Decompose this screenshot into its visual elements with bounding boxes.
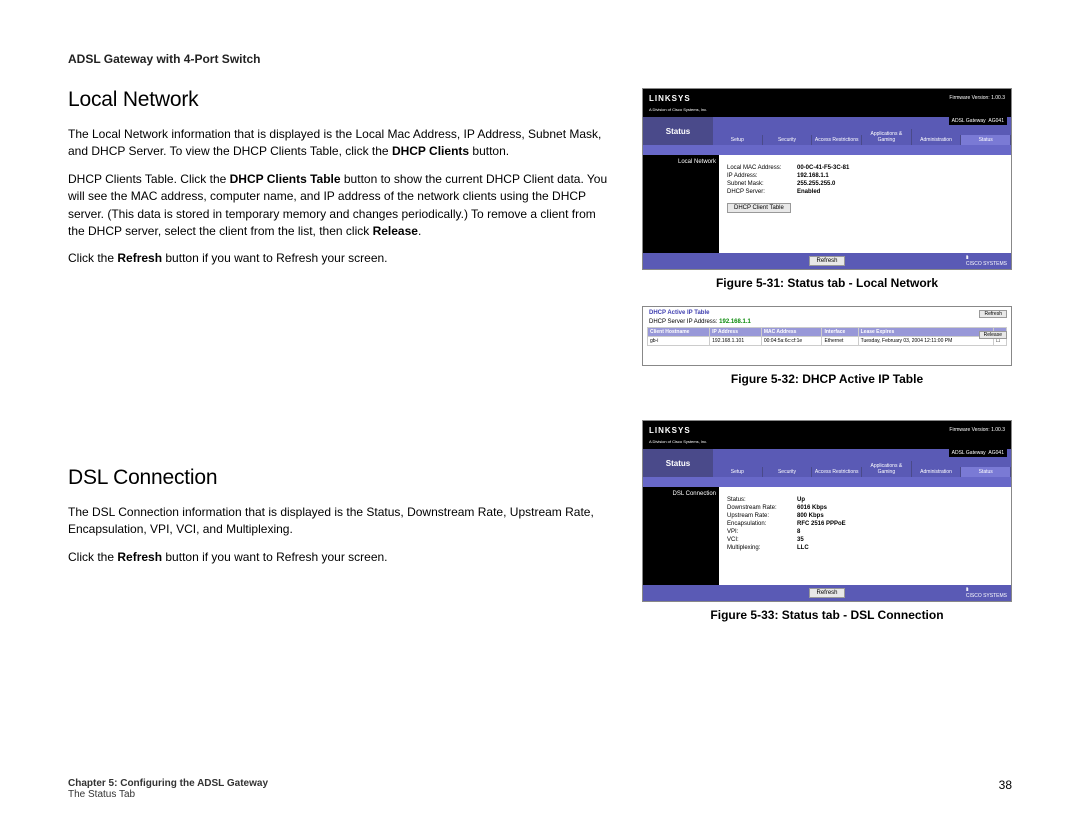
figure-column: LINKSYSFirmware Version: 1.00.3 A Divisi…	[642, 88, 1012, 638]
release-button: Release	[979, 331, 1007, 339]
footer-chapter: Chapter 5: Configuring the ADSL Gateway	[68, 778, 268, 789]
refresh-button: Refresh	[979, 310, 1007, 318]
refresh-button: Refresh	[809, 588, 844, 598]
running-header: ADSL Gateway with 4-Port Switch	[68, 52, 1012, 66]
para-local-2: DHCP Clients Table. Click the DHCP Clien…	[68, 171, 612, 241]
body-text-column: Local Network The Local Network informat…	[68, 88, 612, 638]
figure-5-31-caption: Figure 5-31: Status tab - Local Network	[642, 276, 1012, 290]
manual-page: ADSL Gateway with 4-Port Switch Local Ne…	[0, 0, 1080, 834]
dhcp-client-table-button: DHCP Client Table	[727, 203, 791, 213]
para-dsl-1: The DSL Connection information that is d…	[68, 504, 612, 539]
heading-dsl-connection: DSL Connection	[68, 466, 612, 490]
para-local-3: Click the Refresh button if you want to …	[68, 250, 612, 267]
linksys-logo: LINKSYS	[649, 426, 691, 435]
dhcp-active-ip-table: Client HostnameIP AddressMAC AddressInte…	[647, 327, 1007, 346]
figure-5-31-screenshot: LINKSYSFirmware Version: 1.00.3 A Divisi…	[642, 88, 1012, 270]
page-number: 38	[999, 778, 1012, 800]
page-footer: Chapter 5: Configuring the ADSL Gateway …	[68, 778, 1012, 800]
figure-5-33-caption: Figure 5-33: Status tab - DSL Connection	[642, 608, 1012, 622]
linksys-logo: LINKSYS	[649, 94, 691, 103]
heading-local-network: Local Network	[68, 88, 612, 112]
figure-5-32-screenshot: Refresh Release DHCP Active IP Table DHC…	[642, 306, 1012, 366]
para-dsl-2: Click the Refresh button if you want to …	[68, 549, 612, 566]
figure-5-32-caption: Figure 5-32: DHCP Active IP Table	[642, 372, 1012, 386]
para-local-1: The Local Network information that is di…	[68, 126, 612, 161]
figure-5-33-screenshot: LINKSYSFirmware Version: 1.00.3 A Divisi…	[642, 420, 1012, 602]
refresh-button: Refresh	[809, 256, 844, 266]
footer-section: The Status Tab	[68, 789, 268, 800]
